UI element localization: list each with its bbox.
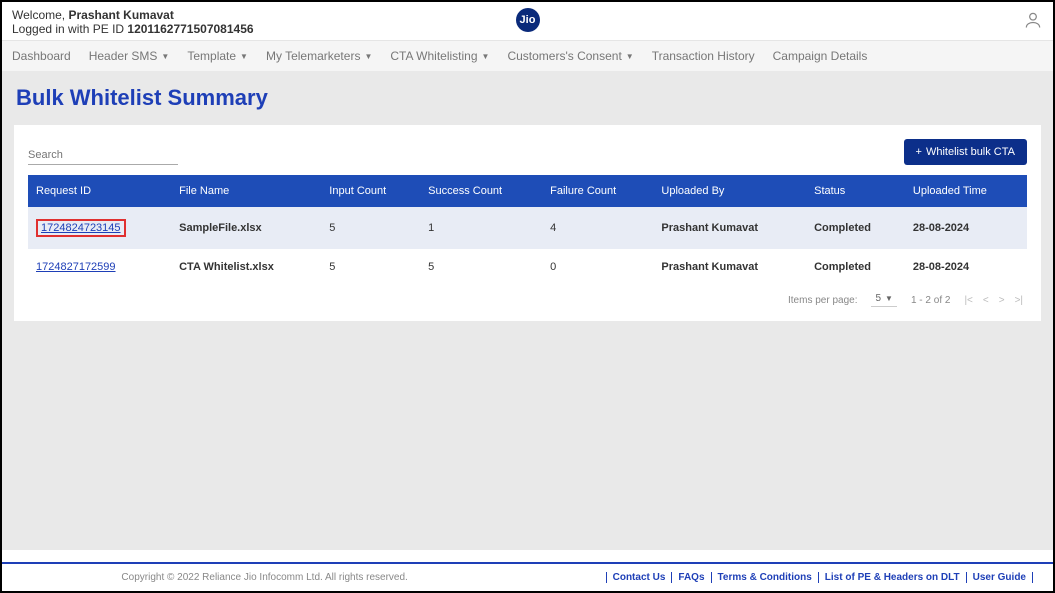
cell-failure-count: 0 (542, 249, 653, 285)
items-per-page-label: Items per page: (788, 295, 857, 306)
footer: Copyright © 2022 Reliance Jio Infocomm L… (2, 562, 1053, 591)
chevron-down-icon: ▼ (482, 52, 490, 61)
nav-item-customers-s-consent[interactable]: Customers's Consent ▼ (507, 49, 633, 63)
toolbar-row: + Whitelist bulk CTA (28, 139, 1027, 165)
request-id-link[interactable]: 1724824723145 (36, 219, 126, 237)
chevron-down-icon: ▼ (240, 52, 248, 61)
nav-item-label: Header SMS (89, 49, 158, 63)
cell-uploaded-by: Prashant Kumavat (653, 249, 806, 285)
items-per-page-value: 5 (875, 293, 881, 304)
table-header: Success Count (420, 175, 542, 207)
nav-item-label: CTA Whitelisting (390, 49, 477, 63)
footer-link-faqs[interactable]: FAQs (672, 572, 711, 583)
page-title: Bulk Whitelist Summary (14, 85, 1041, 111)
nav-item-label: Transaction History (652, 49, 755, 63)
cell-success-count: 5 (420, 249, 542, 285)
user-menu[interactable] (1023, 10, 1043, 35)
page-last-icon[interactable]: >| (1015, 295, 1023, 306)
request-id-link[interactable]: 1724827172599 (36, 261, 116, 273)
whitelist-bulk-cta-button[interactable]: + Whitelist bulk CTA (904, 139, 1027, 165)
bulk-button-label: Whitelist bulk CTA (926, 146, 1015, 158)
nav-item-label: My Telemarketers (266, 49, 360, 63)
cell-request-id: 1724827172599 (28, 249, 171, 285)
footer-link-terms-conditions[interactable]: Terms & Conditions (712, 572, 819, 583)
footer-copyright: Copyright © 2022 Reliance Jio Infocomm L… (22, 572, 507, 583)
header-bar: Welcome, Prashant Kumavat Logged in with… (2, 2, 1053, 41)
footer-links: Contact UsFAQsTerms & ConditionsList of … (606, 572, 1033, 583)
nav-item-campaign-details[interactable]: Campaign Details (773, 49, 868, 63)
search-input[interactable] (28, 146, 178, 165)
page-next-icon[interactable]: > (999, 295, 1005, 306)
page-first-icon[interactable]: |< (964, 295, 972, 306)
chevron-down-icon: ▼ (161, 52, 169, 61)
cell-input-count: 5 (321, 207, 420, 249)
items-per-page-select[interactable]: 5 ▼ (871, 293, 896, 307)
pagination: Items per page: 5 ▼ 1 - 2 of 2 |< < > >| (28, 285, 1027, 315)
cell-uploaded-time: 28-08-2024 (905, 249, 1027, 285)
table-header: Failure Count (542, 175, 653, 207)
pagination-arrows: |< < > >| (964, 295, 1023, 306)
welcome-prefix: Welcome, (12, 8, 68, 22)
table-header: Uploaded Time (905, 175, 1027, 207)
chevron-down-icon: ▼ (626, 52, 634, 61)
cell-uploaded-by: Prashant Kumavat (653, 207, 806, 249)
cell-status: Completed (806, 207, 905, 249)
footer-link-list-of-pe-headers-on-dlt[interactable]: List of PE & Headers on DLT (819, 572, 967, 583)
page-body: Bulk Whitelist Summary + Whitelist bulk … (2, 71, 1053, 550)
nav-item-label: Template (187, 49, 236, 63)
peid-value: 1201162771507081456 (127, 22, 253, 36)
summary-table: Request IDFile NameInput CountSuccess Co… (28, 175, 1027, 285)
nav-item-label: Campaign Details (773, 49, 868, 63)
peid-prefix: Logged in with PE ID (12, 22, 127, 36)
username: Prashant Kumavat (68, 8, 173, 22)
nav-item-transaction-history[interactable]: Transaction History (652, 49, 755, 63)
table-header: Status (806, 175, 905, 207)
table-header: Input Count (321, 175, 420, 207)
nav-item-label: Customers's Consent (507, 49, 621, 63)
table-row: 1724827172599CTA Whitelist.xlsx550Prasha… (28, 249, 1027, 285)
cell-file-name: CTA Whitelist.xlsx (171, 249, 321, 285)
pagination-range: 1 - 2 of 2 (911, 295, 950, 306)
jio-logo-icon: Jio (516, 8, 540, 32)
navbar: DashboardHeader SMS▼Template▼My Telemark… (2, 41, 1053, 71)
footer-link-user-guide[interactable]: User Guide (967, 572, 1033, 583)
nav-item-cta-whitelisting[interactable]: CTA Whitelisting ▼ (390, 49, 489, 63)
nav-item-my-telemarketers[interactable]: My Telemarketers ▼ (266, 49, 372, 63)
content-card: + Whitelist bulk CTA Request IDFile Name… (14, 125, 1041, 321)
cell-failure-count: 4 (542, 207, 653, 249)
page-prev-icon[interactable]: < (983, 295, 989, 306)
footer-link-contact-us[interactable]: Contact Us (606, 572, 673, 583)
nav-item-dashboard[interactable]: Dashboard (12, 49, 71, 63)
chevron-down-icon: ▼ (885, 294, 893, 303)
chevron-down-icon: ▼ (364, 52, 372, 61)
nav-item-header-sms[interactable]: Header SMS▼ (89, 49, 170, 63)
cell-request-id: 1724824723145 (28, 207, 171, 249)
nav-item-label: Dashboard (12, 49, 71, 63)
table-header: Uploaded By (653, 175, 806, 207)
nav-item-template[interactable]: Template ▼ (187, 49, 248, 63)
table-header: File Name (171, 175, 321, 207)
cell-success-count: 1 (420, 207, 542, 249)
logo-wrap: Jio (516, 8, 540, 32)
cell-input-count: 5 (321, 249, 420, 285)
table-header: Request ID (28, 175, 171, 207)
plus-icon: + (916, 146, 922, 158)
user-icon (1023, 10, 1043, 30)
cell-file-name: SampleFile.xlsx (171, 207, 321, 249)
cell-uploaded-time: 28-08-2024 (905, 207, 1027, 249)
cell-status: Completed (806, 249, 905, 285)
table-row: 1724824723145 SampleFile.xlsx514Prashant … (28, 207, 1027, 249)
welcome-block: Welcome, Prashant Kumavat Logged in with… (12, 8, 254, 36)
